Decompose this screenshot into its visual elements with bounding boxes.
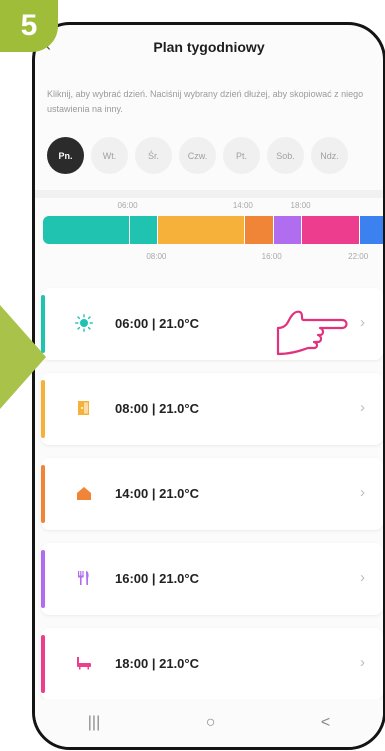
timeline-segment [244,216,274,244]
system-navbar: ||| ○ < [35,699,383,747]
timeline-label: 18:00 [290,201,311,210]
bathtub-icon [75,654,93,672]
schedule-item[interactable]: 08:00 | 21.0°C › [41,373,383,445]
schedule-time-temp: 08:00 | 21.0°C [115,401,199,416]
day-button[interactable]: Ndz. [311,137,348,174]
day-button[interactable]: Śr. [135,137,172,174]
recent-apps-button[interactable]: ||| [88,714,100,732]
schedule-item[interactable]: 14:00 | 21.0°C › [41,458,383,530]
timeline-top-labels: 06:00 14:00 18:00 [43,201,383,213]
timeline-label: 06:00 [117,201,138,210]
chevron-right-icon: › [360,399,365,416]
schedule-item[interactable]: 16:00 | 21.0°C › [41,543,383,615]
back-button[interactable]: < [321,714,330,732]
color-indicator [41,550,45,608]
timeline-segment [302,216,361,244]
step-badge: 5 [0,0,58,52]
schedule-time-temp: 16:00 | 21.0°C [115,571,199,586]
home-icon [75,484,93,502]
color-indicator [41,635,45,693]
timeline-label: 22:00 [348,252,369,261]
timeline-label: 14:00 [232,201,253,210]
door-icon [75,399,93,417]
phone-frame: ‹ Plan tygodniowy Kliknij, aby wybrać dz… [32,22,385,750]
day-button[interactable]: Pt. [223,137,260,174]
chevron-right-icon: › [360,484,365,501]
schedule-time-temp: 14:00 | 21.0°C [115,486,199,501]
fork-knife-icon [75,569,93,587]
day-button[interactable]: Sob. [267,137,304,174]
pointing-hand-icon [276,310,348,356]
divider [35,190,383,198]
chevron-right-icon: › [360,569,365,586]
hint-text: Kliknij, aby wybrać dzień. Naciśnij wybr… [47,89,364,114]
day-button[interactable]: Czw. [179,137,216,174]
chevron-right-icon: › [360,314,365,331]
day-button[interactable]: Pn. [47,137,84,174]
page-title: Plan tygodniowy [153,39,265,55]
timeline-bar [43,216,383,244]
timeline-segment [273,216,303,244]
timeline-label: 08:00 [146,252,167,261]
timeline-segment [158,216,245,244]
schedule-time-temp: 06:00 | 21.0°C [115,316,199,331]
day-selector: Pn. Wt. Śr. Czw. Pt. Sob. Ndz. [47,137,348,174]
chevron-right-icon: › [360,654,365,671]
timeline-bottom-labels: 08:00 16:00 22:00 [43,252,383,264]
sun-icon [75,314,93,332]
pointer-arrow [0,305,46,409]
day-button[interactable]: Wt. [91,137,128,174]
schedule-time-temp: 18:00 | 21.0°C [115,656,199,671]
schedule-item[interactable]: 18:00 | 21.0°C › [41,628,383,700]
home-button[interactable]: ○ [206,714,216,732]
timeline-label: 16:00 [261,252,282,261]
timeline-segment [129,216,159,244]
color-indicator [41,465,45,523]
timeline-segment [360,216,383,244]
timeline-segment [43,216,130,244]
